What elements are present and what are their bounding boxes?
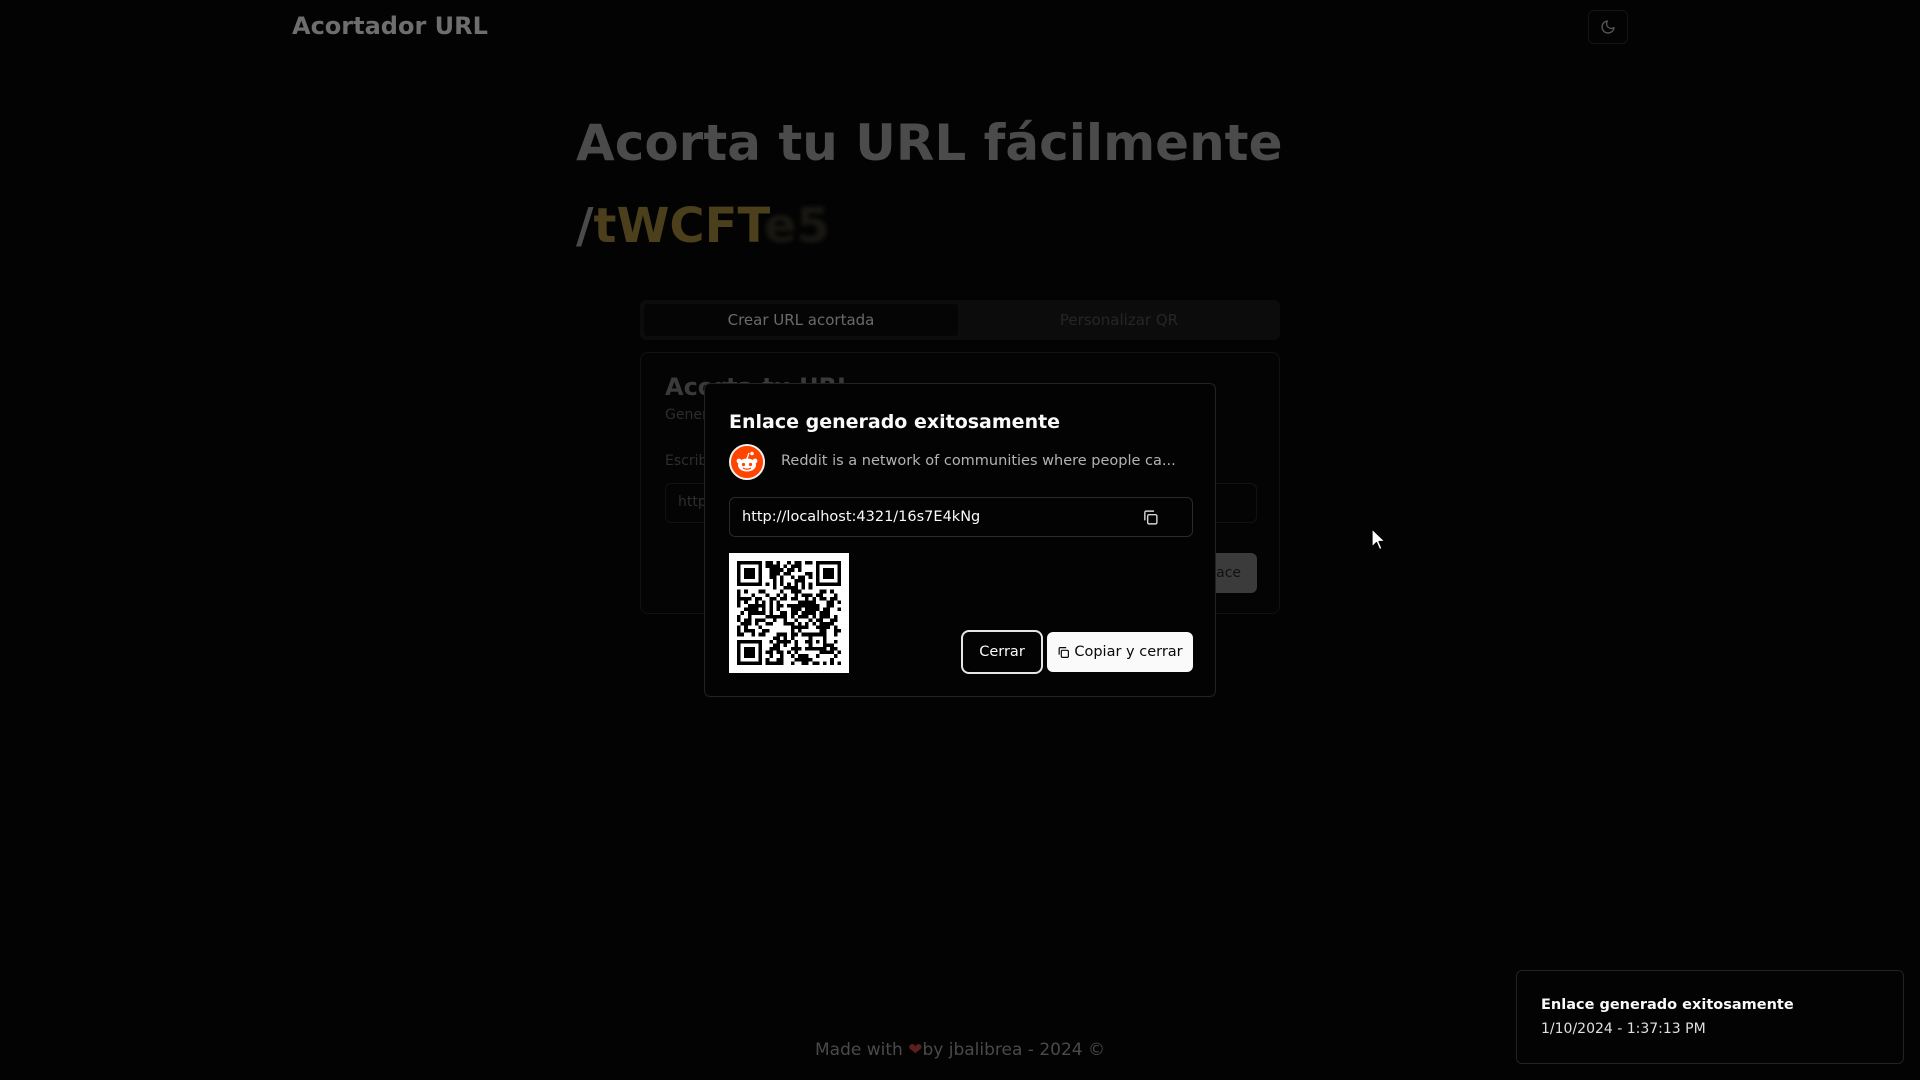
hero-slug: /tWCFTe5 [576,198,830,254]
copy-and-close-button[interactable]: Copiar y cerrar [1047,632,1193,672]
header: Acortador URL [0,0,1920,56]
close-button-label: Cerrar [979,644,1025,660]
toast-title: Enlace generado exitosamente [1541,997,1794,1013]
toast-notification[interactable]: Enlace generado exitosamente 1/10/2024 -… [1516,970,1904,1064]
copy-url-button[interactable] [1137,504,1163,530]
copy-icon [1058,646,1070,658]
app-root: Acortador URL Acorta tu URL fácilmente /… [0,0,1920,1080]
reddit-icon [729,444,765,480]
hero-title: Acorta tu URL fácilmente [576,114,1283,172]
card-description: Gener [665,407,708,423]
qr-code [729,553,849,673]
dialog-title: Enlace generado exitosamente [729,411,1061,433]
success-dialog: Enlace generado exitosamente Reddit is a… [704,383,1216,697]
shorten-submit-label: ace [1216,565,1241,581]
slug-fading-text: e5 [763,198,830,254]
short-url-field[interactable]: http://localhost:4321/16s7E4kNg [729,497,1193,537]
tab-create-url[interactable]: Crear URL acortada [644,304,958,336]
heart-icon: ❤ [908,1040,923,1060]
url-field-label: Escrib [665,453,708,469]
copy-and-close-label: Copiar y cerrar [1074,644,1183,660]
tab-list: Crear URL acortada Personalizar QR [640,300,1280,340]
site-description: Reddit is a network of communities where… [781,453,1176,469]
footer-made-with: Made with [815,1040,903,1060]
footer-credit[interactable]: by jbalibrea - 2024 © [922,1040,1105,1060]
tab-customize-qr[interactable]: Personalizar QR [962,304,1276,336]
moon-icon [1601,20,1615,34]
mouse-pointer-icon [1371,528,1386,551]
toast-timestamp: 1/10/2024 - 1:37:13 PM [1541,1021,1706,1037]
brand-title[interactable]: Acortador URL [292,12,488,40]
short-url-text: http://localhost:4321/16s7E4kNg [742,509,981,525]
slug-text: tWCFT [593,198,764,254]
slug-slash: / [576,198,594,254]
copy-icon [1143,509,1158,525]
close-button[interactable]: Cerrar [961,630,1043,674]
theme-toggle-button[interactable] [1588,10,1628,44]
